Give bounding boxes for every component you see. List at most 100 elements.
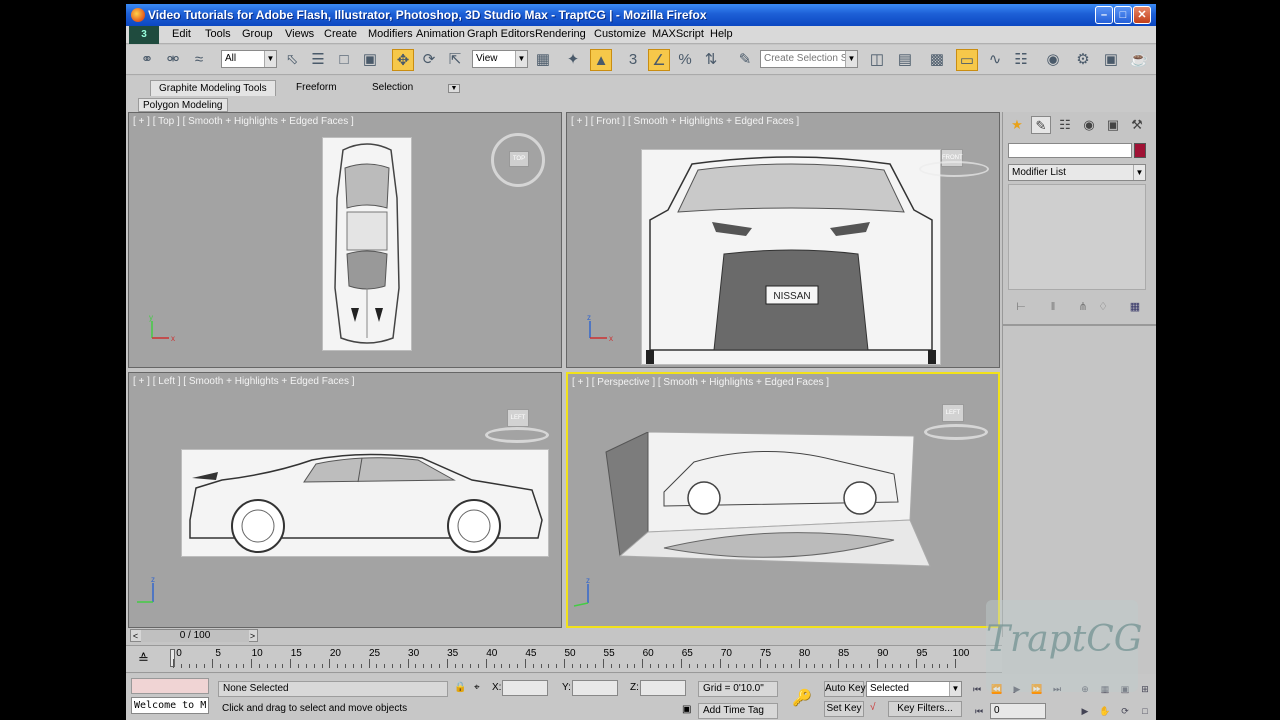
tab-freeform[interactable]: Freeform <box>288 80 345 96</box>
select-and-rotate-icon[interactable]: ⟳ <box>418 49 440 71</box>
absolute-mode-icon[interactable]: ⌖ <box>474 682 480 693</box>
material-editor-icon[interactable]: ◉ <box>1042 49 1064 71</box>
time-tag-icon[interactable]: ▣ <box>682 704 691 715</box>
menu-group[interactable]: Group <box>242 28 273 40</box>
motion-icon[interactable]: ◉ <box>1079 116 1099 134</box>
close-button[interactable]: ✕ <box>1133 6 1151 24</box>
viewport-label[interactable]: [ + ] [ Top ] [ Smooth + Highlights + Ed… <box>133 116 354 127</box>
field-of-view-icon[interactable]: ▶ <box>1076 704 1094 718</box>
menu-modifiers[interactable]: Modifiers <box>368 28 413 40</box>
menu-customize[interactable]: Customize <box>594 28 646 40</box>
graphite-toggle-icon[interactable]: ▭ <box>956 49 978 71</box>
snaps-toggle-icon[interactable]: 3 <box>622 49 644 71</box>
maximize-button[interactable]: □ <box>1114 6 1132 24</box>
orbit-icon[interactable]: ⟳ <box>1116 704 1134 718</box>
menu-maxscript[interactable]: MAXScript <box>652 28 704 40</box>
viewport-front[interactable]: [ + ] [ Front ] [ Smooth + Highlights + … <box>566 112 1000 368</box>
ribbon-options-icon[interactable]: ▼ <box>448 84 460 93</box>
select-by-name-icon[interactable]: ☰ <box>307 49 329 71</box>
modifier-stack-list[interactable] <box>1008 184 1146 290</box>
mirror-icon[interactable]: ◫ <box>866 49 888 71</box>
menu-views[interactable]: Views <box>285 28 314 40</box>
keyboard-shortcut-toggle-icon[interactable]: ▲ <box>590 49 612 71</box>
pan-view-icon[interactable]: ✋ <box>1096 704 1114 718</box>
render-production-icon[interactable]: ☕ <box>1128 49 1150 71</box>
chevron-right-icon[interactable]: > <box>248 630 257 642</box>
viewcube-icon[interactable]: TOP <box>491 133 545 187</box>
menu-animation[interactable]: Animation <box>416 28 465 40</box>
viewport-label[interactable]: [ + ] [ Left ] [ Smooth + Highlights + E… <box>133 376 355 387</box>
set-key-button[interactable]: Set Key <box>824 701 864 717</box>
viewport-perspective[interactable]: [ + ] [ Perspective ] [ Smooth + Highlig… <box>566 372 1000 628</box>
object-color-swatch[interactable] <box>1134 143 1146 158</box>
time-slider[interactable]: < 0 / 100 > <box>130 629 258 642</box>
display-icon[interactable]: ▣ <box>1103 116 1123 134</box>
add-time-tag-button[interactable]: Add Time Tag <box>698 703 778 719</box>
align-icon[interactable]: ▤ <box>894 49 916 71</box>
show-end-result-icon[interactable]: ‖ <box>1044 298 1062 316</box>
y-coordinate-input[interactable] <box>572 680 618 696</box>
lock-selection-icon[interactable]: 🔒 <box>454 682 466 693</box>
unlink-icon[interactable]: ⚮ <box>162 49 184 71</box>
viewport-label[interactable]: [ + ] [ Front ] [ Smooth + Highlights + … <box>571 116 799 127</box>
configure-modifier-sets-icon[interactable]: ▦ <box>1126 298 1144 316</box>
track-bar[interactable]: ≙ 0 5 10 15 20 25 30 35 40 45 50 55 60 65 70 75 80 85 90 95… <box>126 645 1002 673</box>
window-crossing-icon[interactable]: ▣ <box>359 49 381 71</box>
tab-polygon-modeling[interactable]: Polygon Modeling <box>138 98 228 112</box>
menu-help[interactable]: Help <box>710 28 733 40</box>
rectangular-selection-icon[interactable]: □ <box>333 49 355 71</box>
mini-curve-editor-icon[interactable]: ≙ <box>138 651 149 667</box>
menu-tools[interactable]: Tools <box>205 28 231 40</box>
tab-graphite-modeling-tools[interactable]: Graphite Modeling Tools <box>150 80 276 96</box>
menu-graph-editors[interactable]: Graph Editors <box>467 28 535 40</box>
key-mode-toggle-icon[interactable]: ⏮ <box>970 704 988 718</box>
curve-editor-icon[interactable]: ∿ <box>984 49 1006 71</box>
link-icon[interactable]: ⚭ <box>136 49 158 71</box>
percent-snap-icon[interactable]: % <box>674 49 696 71</box>
bind-space-warp-icon[interactable]: ≈ <box>188 49 210 71</box>
modify-icon[interactable]: ✎ <box>1031 116 1051 134</box>
key-filters-button[interactable]: Key Filters... <box>888 701 962 717</box>
auto-key-button[interactable]: Auto Key <box>824 681 866 697</box>
viewport-left[interactable]: [ + ] [ Left ] [ Smooth + Highlights + E… <box>128 372 562 628</box>
utilities-icon[interactable]: ⚒ <box>1127 116 1147 134</box>
maximize-viewport-icon[interactable]: □ <box>1136 704 1154 718</box>
pin-stack-icon[interactable]: ⊢ <box>1012 298 1030 316</box>
zoom-extents-all-icon[interactable]: ⊞ <box>1136 682 1154 696</box>
app-logo-icon[interactable]: 3 <box>129 26 159 44</box>
go-to-start-icon[interactable]: ⏮ <box>968 682 986 696</box>
menu-edit[interactable]: Edit <box>172 28 191 40</box>
hierarchy-icon[interactable]: ☷ <box>1055 116 1075 134</box>
select-object-icon[interactable]: ⬁ <box>281 49 303 71</box>
rendered-frame-icon[interactable]: ▣ <box>1100 49 1122 71</box>
angle-snap-icon[interactable]: ∠ <box>648 49 670 71</box>
select-and-move-icon[interactable]: ✥ <box>392 49 414 71</box>
menu-create[interactable]: Create <box>324 28 357 40</box>
edit-named-selection-icon[interactable]: ✎ <box>734 49 756 71</box>
key-filter-icon[interactable]: √ <box>870 702 876 713</box>
object-name-input[interactable] <box>1008 143 1132 158</box>
spinner-snap-icon[interactable]: ⇅ <box>700 49 722 71</box>
modifier-list-dropdown[interactable]: Modifier List ▼ <box>1008 164 1146 181</box>
schematic-view-icon[interactable]: ☷ <box>1010 49 1032 71</box>
pivot-center-icon[interactable]: ▦ <box>532 49 554 71</box>
remove-modifier-icon[interactable]: ♢ <box>1094 298 1112 316</box>
viewport-label[interactable]: [ + ] [ Perspective ] [ Smooth + Highlig… <box>572 377 829 388</box>
chevron-left-icon[interactable]: < <box>131 630 140 642</box>
key-mode-dropdown[interactable]: Selected ▼ <box>866 681 962 697</box>
layer-manager-icon[interactable]: ▩ <box>926 49 948 71</box>
x-coordinate-input[interactable] <box>502 680 548 696</box>
selection-filter-dropdown[interactable]: All ▼ <box>221 50 277 68</box>
minimize-button[interactable]: – <box>1095 6 1113 24</box>
frame-display[interactable]: 0 / 100 <box>141 630 249 642</box>
create-icon[interactable]: ★ <box>1007 116 1027 134</box>
render-setup-icon[interactable]: ⚙ <box>1072 49 1094 71</box>
reference-coord-dropdown[interactable]: View ▼ <box>472 50 528 68</box>
current-frame-input[interactable]: 0 <box>990 703 1046 719</box>
z-coordinate-input[interactable] <box>640 680 686 696</box>
tab-selection[interactable]: Selection <box>364 80 421 96</box>
viewcube-icon[interactable]: LEFT <box>507 409 529 427</box>
menu-rendering[interactable]: Rendering <box>535 28 586 40</box>
select-and-scale-icon[interactable]: ⇱ <box>444 49 466 71</box>
named-selection-set-dropdown[interactable]: Create Selection Se ▼ <box>760 50 858 68</box>
